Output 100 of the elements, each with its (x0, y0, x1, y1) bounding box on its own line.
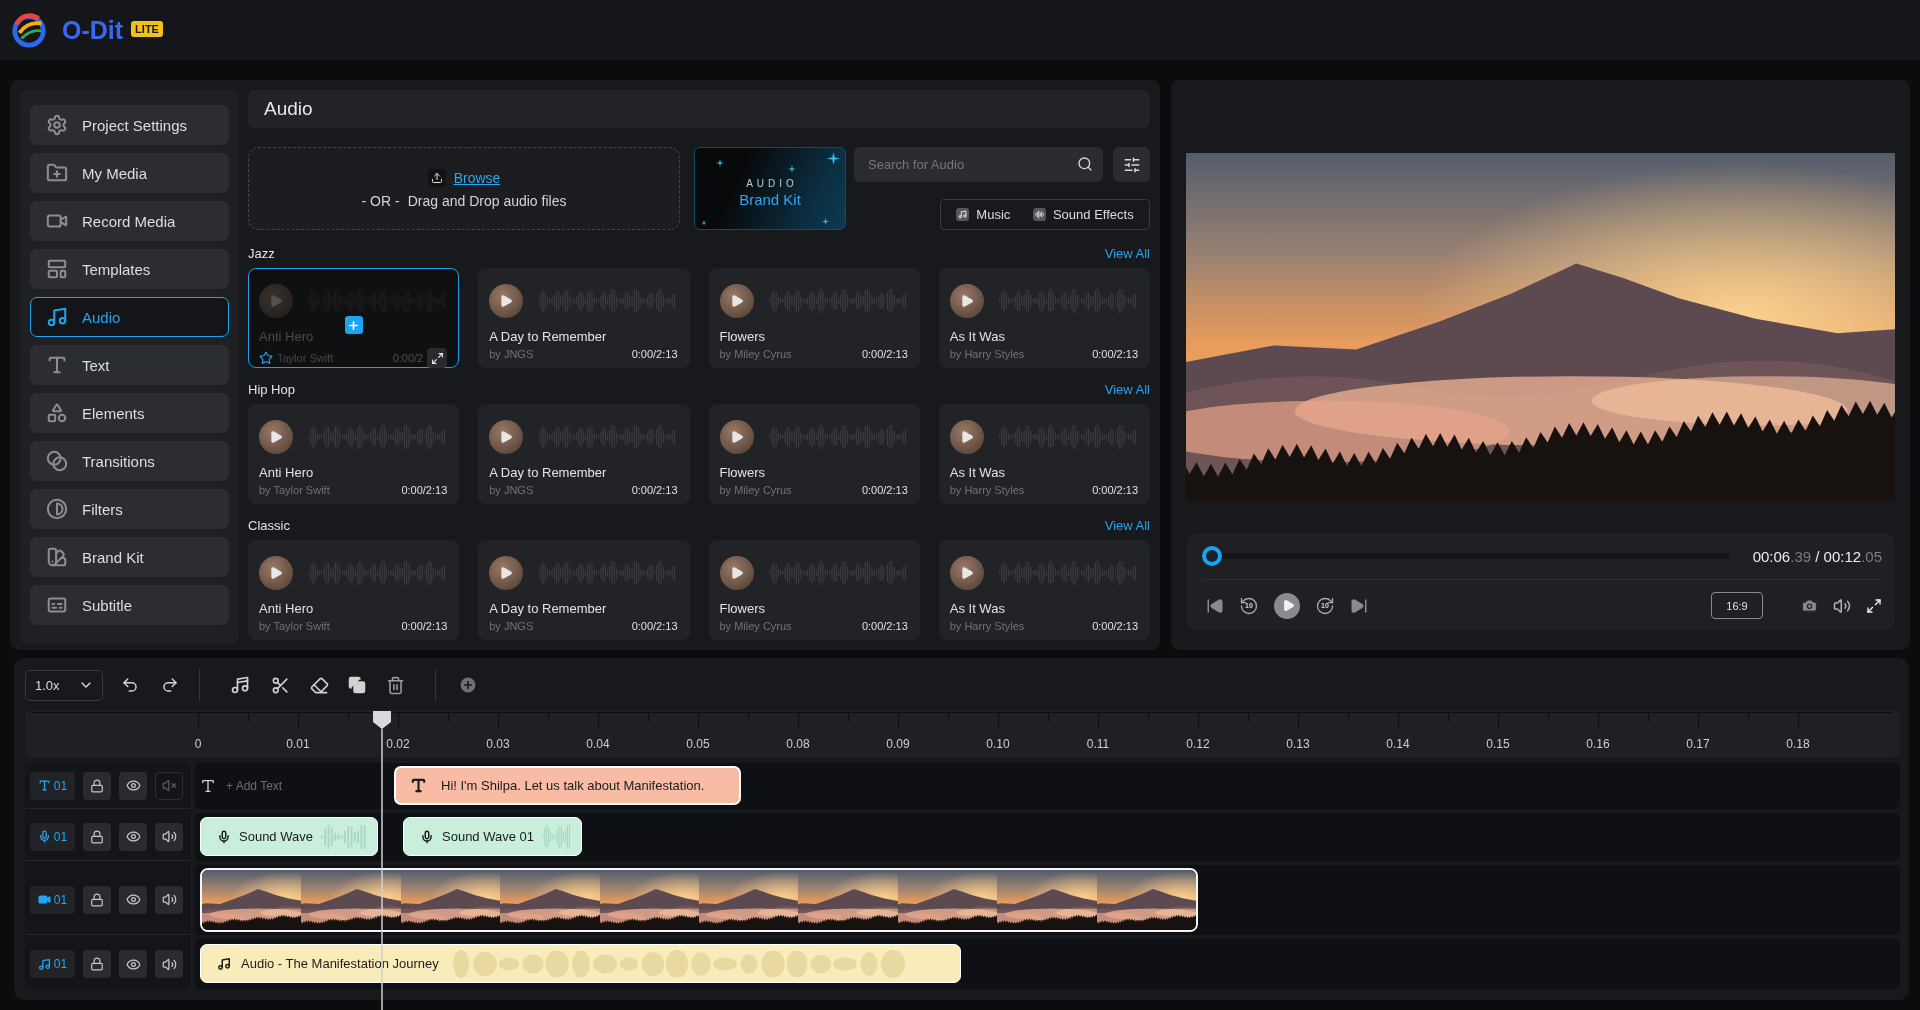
volume-button[interactable] (155, 950, 183, 978)
aspect-ratio-button[interactable]: 16:9 (1711, 592, 1763, 619)
lock-button[interactable] (83, 822, 111, 851)
logo-icon[interactable] (10, 11, 48, 49)
sidebar-item[interactable]: Elements (30, 393, 229, 433)
undo-icon[interactable] (121, 676, 139, 694)
play-icon[interactable] (959, 430, 974, 444)
sparkle-icon (822, 218, 829, 225)
view-all-link[interactable]: View All (1104, 381, 1150, 397)
track-label[interactable]: 01 (30, 950, 75, 978)
add-button[interactable] (344, 316, 363, 334)
lock-button[interactable] (83, 885, 111, 914)
ruler-label: 0.16 (1585, 737, 1611, 753)
play-icon[interactable] (729, 294, 744, 308)
filter-option[interactable]: Music (950, 206, 1017, 223)
gear-icon (46, 114, 68, 136)
play-icon[interactable] (959, 294, 974, 308)
lock-button[interactable] (83, 950, 111, 978)
search-field[interactable]: Search for Audio (854, 147, 1103, 182)
play-icon[interactable] (499, 294, 514, 308)
redo-icon[interactable] (161, 676, 179, 694)
filter-button[interactable] (1113, 147, 1150, 182)
skip-forward-icon[interactable] (1350, 596, 1368, 615)
play-icon[interactable] (729, 566, 744, 580)
sidebar-item[interactable]: Text (30, 345, 229, 385)
sliders-icon (1122, 155, 1141, 174)
audio-card[interactable]: A Day to Remember by JNGS 0:00/2:13 (478, 268, 690, 368)
trash-icon[interactable] (386, 675, 405, 695)
sidebar-item[interactable]: Filters (30, 489, 229, 529)
microphone-icon (37, 830, 51, 843)
sparkle-icon (701, 220, 707, 226)
sidebar-item[interactable]: Brand Kit (30, 537, 229, 577)
volume-icon[interactable] (1833, 596, 1851, 615)
audio-card[interactable]: As It Was by Harry Styles 0:00/2:13 (938, 404, 1150, 504)
text-clip[interactable]: Hi! I'm Shilpa. Let us talk about Manifestation. (394, 766, 741, 805)
play-icon[interactable] (959, 566, 974, 580)
audio-card[interactable]: Anti Hero by Taylor Swift 0:00/2:13 (248, 404, 460, 504)
play-icon[interactable] (269, 566, 283, 580)
track-duration: 0:00/2:13 (401, 620, 448, 632)
text-icon (46, 354, 68, 376)
sidebar-item[interactable]: Audio (30, 297, 229, 337)
music-notes-icon[interactable] (230, 675, 250, 695)
brand-kit-card[interactable]: AUDIO Brand Kit (694, 147, 846, 230)
visibility-button[interactable] (119, 771, 147, 800)
track-label[interactable]: 01 (30, 885, 75, 914)
play-icon[interactable] (499, 430, 514, 444)
voice-clip[interactable]: Sound Wave (200, 817, 378, 856)
track-duration: 0:00/2:13 (631, 484, 678, 496)
sidebar-item[interactable]: Subtitle (30, 585, 229, 625)
audio-card[interactable]: A Day to Remember by JNGS 0:00/2:13 (478, 540, 690, 640)
music-clip[interactable]: Audio - The Manifestation Journey (200, 944, 961, 983)
add-circle-icon[interactable] (458, 675, 478, 695)
audio-card[interactable]: A Day to Remember by JNGS 0:00/2:13 (478, 404, 690, 504)
sidebar-item[interactable]: Record Media (30, 201, 229, 241)
visibility-button[interactable] (119, 822, 147, 851)
track-title: As It Was (949, 329, 1005, 345)
sidebar-item[interactable]: Transitions (30, 441, 229, 481)
speaker-icon (161, 829, 177, 844)
fullscreen-icon[interactable] (1866, 597, 1882, 614)
text-icon (410, 777, 427, 794)
play-icon[interactable] (269, 430, 283, 444)
star-icon[interactable] (259, 351, 273, 365)
video-clip[interactable] (200, 868, 1198, 932)
visibility-button[interactable] (119, 885, 147, 914)
audio-card[interactable]: As It Was by Harry Styles 0:00/2:13 (938, 540, 1150, 640)
track-title: Flowers (719, 601, 765, 617)
browse-link[interactable]: Browse (453, 169, 501, 186)
waveform-drawing (320, 823, 367, 850)
volume-button[interactable] (155, 885, 183, 914)
skip-back-icon[interactable] (1206, 596, 1224, 615)
visibility-button[interactable] (119, 950, 147, 978)
sidebar-item[interactable]: Templates (30, 249, 229, 289)
speed-select[interactable]: 1.0x (25, 669, 103, 701)
play-icon[interactable] (499, 566, 514, 580)
audio-card[interactable]: As It Was by Harry Styles 0:00/2:13 (938, 268, 1150, 368)
view-all-link[interactable]: View All (1104, 245, 1150, 261)
scissors-icon[interactable] (271, 675, 290, 695)
voice-clip[interactable]: Sound Wave 01 (403, 817, 582, 856)
play-icon[interactable] (729, 430, 744, 444)
duplicate-icon[interactable] (348, 676, 366, 694)
sidebar-item[interactable]: Project Settings (30, 105, 229, 145)
track-label[interactable]: 01 (30, 771, 75, 800)
search-icon[interactable] (1077, 156, 1093, 172)
audio-card[interactable]: Flowers by Miley Cyrus 0:00/2:13 (708, 404, 920, 504)
play-button[interactable] (1274, 592, 1300, 619)
lock-button[interactable] (83, 771, 111, 800)
view-all-link[interactable]: View All (1104, 517, 1150, 533)
volume-button[interactable] (155, 822, 183, 851)
add-text-button[interactable]: + Add Text (200, 778, 283, 794)
filter-option[interactable]: Sound Effects (1026, 206, 1140, 223)
camera-icon[interactable] (1801, 597, 1818, 614)
sidebar-item[interactable]: My Media (30, 153, 229, 193)
audio-card[interactable]: Anti Hero by Taylor Swift 0:00/2:13 (248, 540, 460, 640)
audio-card[interactable]: Flowers by Miley Cyrus 0:00/2:13 (708, 540, 920, 640)
eraser-icon[interactable] (310, 675, 329, 695)
progress-thumb[interactable] (1202, 546, 1222, 566)
upload-dropzone[interactable]: Browse - OR - Drag and Drop audio files (248, 147, 680, 230)
track-label[interactable]: 01 (30, 822, 75, 851)
audio-card[interactable]: Flowers by Miley Cyrus 0:00/2:13 (708, 268, 920, 368)
expand-icon[interactable] (427, 348, 448, 368)
